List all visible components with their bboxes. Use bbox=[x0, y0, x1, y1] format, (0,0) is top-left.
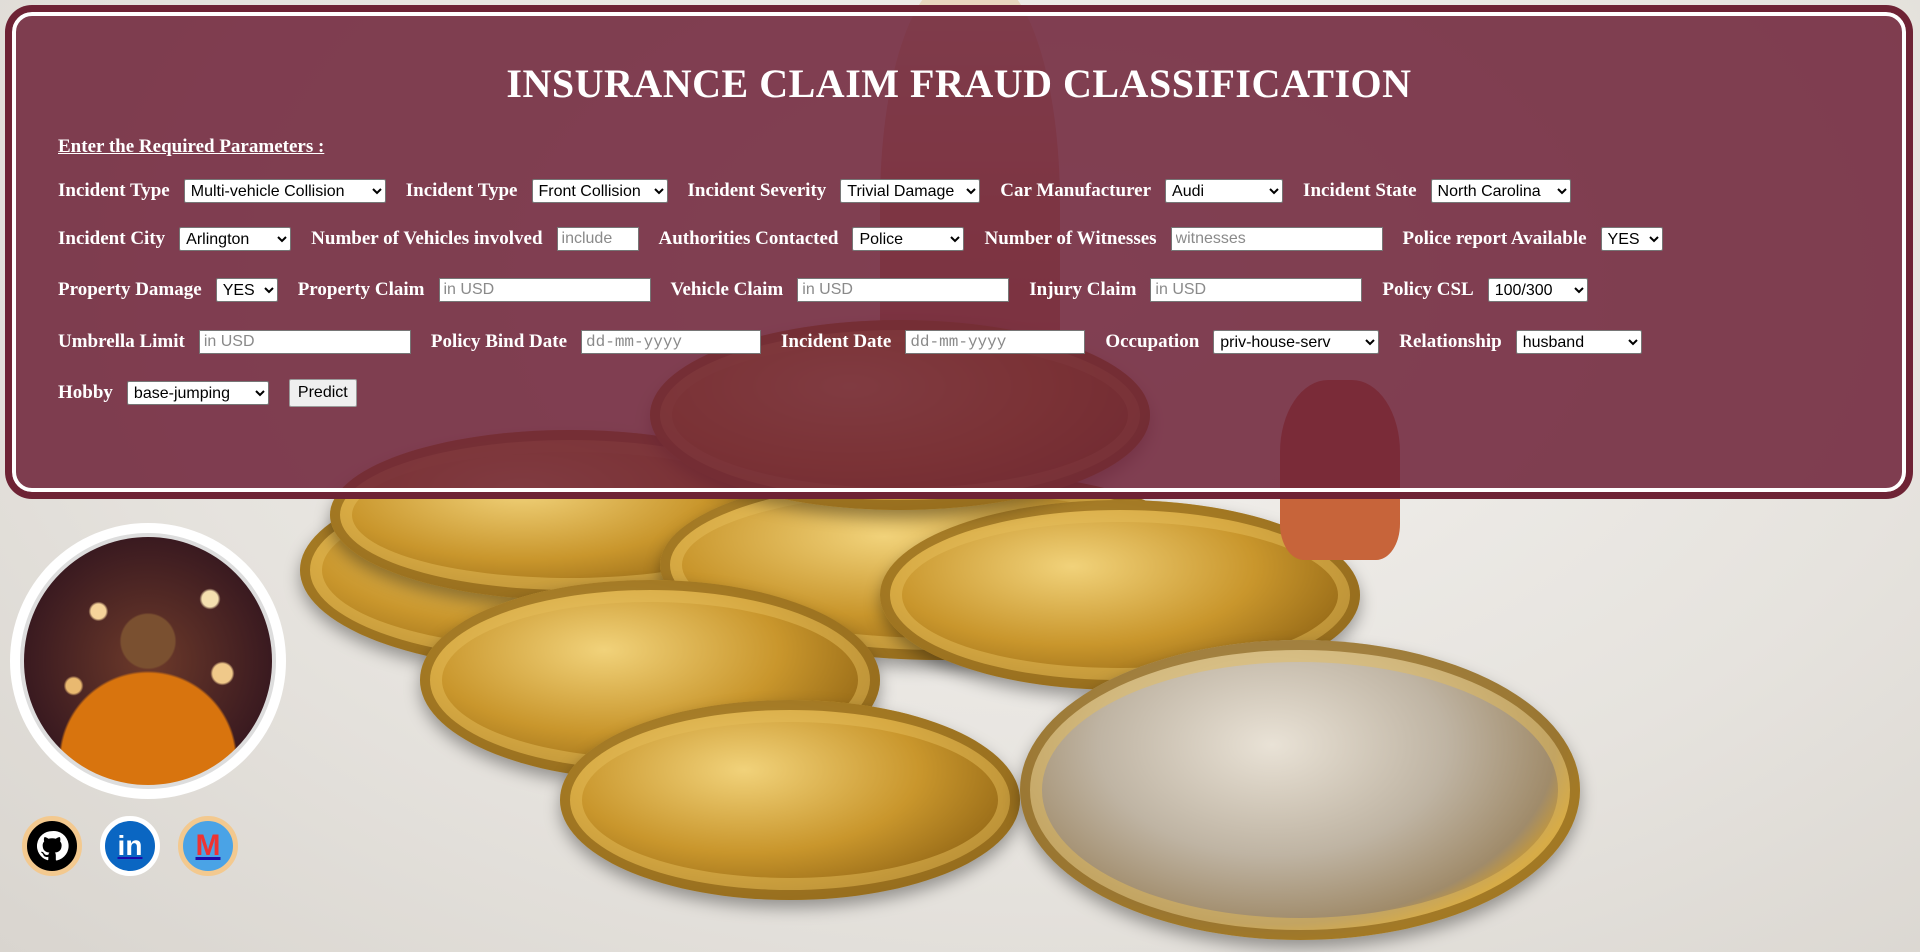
property-damage-select[interactable]: YES bbox=[215, 278, 278, 302]
github-glyph bbox=[36, 831, 69, 861]
policy-bind-date-input[interactable] bbox=[581, 330, 762, 354]
incident-date-input[interactable] bbox=[905, 330, 1086, 354]
policy-csl-select[interactable]: 100/300 bbox=[1487, 278, 1588, 302]
authorities-contacted-label: Authorities Contacted bbox=[658, 228, 839, 249]
car-manufacturer-label: Car Manufacturer bbox=[1000, 180, 1152, 201]
property-damage-label: Property Damage bbox=[58, 279, 202, 300]
gmail-link[interactable]: M bbox=[178, 816, 238, 876]
car-manufacturer-select[interactable]: Audi bbox=[1165, 179, 1284, 203]
form-panel: INSURANCE CLAIM FRAUD CLASSIFICATION Ent… bbox=[9, 9, 1909, 495]
incident-city-label: Incident City bbox=[58, 228, 166, 249]
umbrella-limit-input[interactable] bbox=[198, 330, 411, 354]
vehicles-involved-input[interactable] bbox=[556, 227, 639, 251]
incident-severity-select[interactable]: Trivial Damage bbox=[840, 179, 981, 203]
occupation-select[interactable]: priv-house-serv bbox=[1213, 330, 1380, 354]
incident-state-select[interactable]: North Carolina bbox=[1430, 179, 1571, 203]
predict-button[interactable]: Predict bbox=[288, 379, 357, 407]
vehicle-claim-label: Vehicle Claim bbox=[670, 279, 784, 300]
incident-city-select[interactable]: Arlington bbox=[179, 227, 292, 251]
umbrella-limit-label: Umbrella Limit bbox=[58, 331, 185, 352]
form-row-4: Umbrella Limit Policy Bind Date Incident… bbox=[58, 330, 1662, 354]
incident-type-select[interactable]: Multi-vehicle Collision bbox=[183, 179, 386, 203]
injury-claim-label: Injury Claim bbox=[1029, 279, 1137, 300]
vehicles-involved-label: Number of Vehicles involved bbox=[311, 228, 543, 249]
form-row-3: Property Damage YES Property Claim Vehic… bbox=[58, 278, 1608, 302]
injury-claim-input[interactable] bbox=[1150, 278, 1363, 302]
authorities-contacted-select[interactable]: Police bbox=[852, 227, 965, 251]
relationship-label: Relationship bbox=[1399, 331, 1502, 352]
form-row-2: Incident City Arlington Number of Vehicl… bbox=[58, 227, 1683, 251]
incident-state-label: Incident State bbox=[1303, 180, 1417, 201]
policy-bind-date-label: Policy Bind Date bbox=[430, 331, 568, 352]
hobby-select[interactable]: base-jumping bbox=[126, 381, 269, 405]
policy-csl-label: Policy CSL bbox=[1382, 279, 1474, 300]
collision-type-select[interactable]: Front Collision bbox=[531, 179, 668, 203]
police-report-select[interactable]: YES bbox=[1600, 227, 1663, 251]
github-icon bbox=[22, 816, 82, 876]
hobby-label: Hobby bbox=[58, 382, 113, 403]
page-title: INSURANCE CLAIM FRAUD CLASSIFICATION bbox=[506, 61, 1412, 106]
incident-type-label: Incident Type bbox=[58, 180, 170, 201]
form-row-1: Incident Type Multi-vehicle Collision In… bbox=[58, 179, 1591, 203]
property-claim-input[interactable] bbox=[438, 278, 651, 302]
property-claim-label: Property Claim bbox=[297, 279, 425, 300]
incident-severity-label: Incident Severity bbox=[687, 180, 827, 201]
social-links: in M bbox=[22, 816, 238, 876]
coin bbox=[560, 700, 1020, 900]
github-link[interactable] bbox=[22, 816, 82, 876]
linkedin-icon: in bbox=[100, 816, 160, 876]
occupation-label: Occupation bbox=[1105, 331, 1200, 352]
form-row-5: Hobby base-jumping Predict bbox=[58, 379, 357, 407]
avatar-frame bbox=[10, 523, 286, 799]
section-heading: Enter the Required Parameters : bbox=[58, 136, 325, 157]
linkedin-link[interactable]: in bbox=[100, 816, 160, 876]
coin bbox=[1020, 640, 1580, 940]
gmail-icon: M bbox=[178, 816, 238, 876]
incident-date-label: Incident Date bbox=[781, 331, 892, 352]
vehicle-claim-input[interactable] bbox=[797, 278, 1010, 302]
police-report-label: Police report Available bbox=[1402, 228, 1587, 249]
incident-type-2-label: Incident Type bbox=[405, 180, 518, 201]
relationship-select[interactable]: husband bbox=[1515, 330, 1642, 354]
witnesses-input[interactable] bbox=[1170, 227, 1383, 251]
avatar bbox=[20, 533, 276, 789]
witnesses-label: Number of Witnesses bbox=[984, 228, 1157, 249]
